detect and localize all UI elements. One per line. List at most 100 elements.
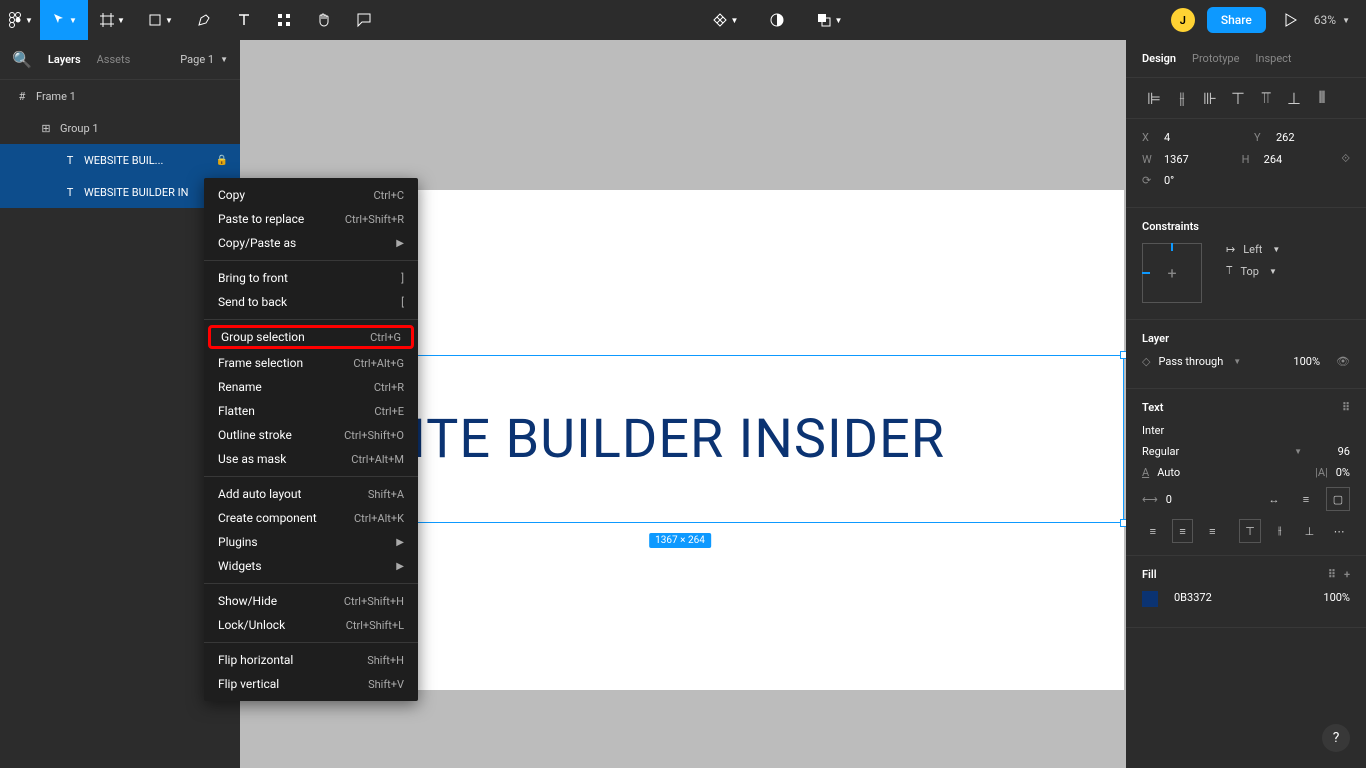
menu-item-show-hide[interactable]: Show/HideCtrl+Shift+H xyxy=(204,589,418,613)
distribute-button[interactable]: ⦀ xyxy=(1310,86,1334,110)
x-input[interactable]: 4 xyxy=(1164,131,1170,144)
frame-tool-button[interactable]: ▼ xyxy=(88,0,136,40)
auto-height-button[interactable]: ≡ xyxy=(1294,487,1318,511)
page-select[interactable]: Page 1▼ xyxy=(180,53,228,66)
help-button[interactable]: ? xyxy=(1322,724,1350,752)
menu-item-add-auto-layout[interactable]: Add auto layoutShift+A xyxy=(204,482,418,506)
search-icon[interactable]: 🔍 xyxy=(12,50,32,69)
text-styles-icon[interactable]: ⠿ xyxy=(1342,401,1350,414)
component-controls-button[interactable]: ▼ xyxy=(705,0,745,40)
blend-mode-select[interactable]: Pass through xyxy=(1158,355,1223,368)
menu-item-label: Flip vertical xyxy=(218,677,279,691)
layer-text-1[interactable]: T WEBSITE BUIL... 🔒 xyxy=(0,144,240,176)
align-right-button[interactable]: ⊪ xyxy=(1198,86,1222,110)
text-tool-button[interactable] xyxy=(224,0,264,40)
text-align-left-button[interactable]: ≡ xyxy=(1142,519,1164,543)
constraint-diagram[interactable]: + xyxy=(1142,243,1202,303)
shape-tool-button[interactable]: ▼ xyxy=(136,0,184,40)
text-align-top-button[interactable]: ⊤ xyxy=(1239,519,1261,543)
layer-group[interactable]: ⊞ Group 1 xyxy=(0,112,240,144)
menu-item-label: Send to back xyxy=(218,295,287,309)
mask-button[interactable] xyxy=(757,0,797,40)
fill-title: Fill xyxy=(1142,568,1157,581)
fill-swatch[interactable] xyxy=(1142,591,1158,607)
fill-styles-icon[interactable]: ⠿ xyxy=(1328,568,1336,581)
inspect-tab[interactable]: Inspect xyxy=(1255,52,1291,65)
lock-icon[interactable]: 🔒 xyxy=(216,155,228,166)
constraint-h-select[interactable]: ↦ Left ▼ xyxy=(1226,243,1280,256)
menu-item-flip-vertical[interactable]: Flip verticalShift+V xyxy=(204,672,418,696)
constraint-v-select[interactable]: ⟙ Top ▼ xyxy=(1226,264,1280,278)
menu-item-outline-stroke[interactable]: Outline strokeCtrl+Shift+O xyxy=(204,423,418,447)
comment-icon xyxy=(356,12,372,28)
text-align-middle-button[interactable]: ⫲ xyxy=(1269,519,1291,543)
hand-tool-button[interactable] xyxy=(304,0,344,40)
menu-item-copy-paste-as[interactable]: Copy/Paste as▶ xyxy=(204,231,418,255)
menu-item-create-component[interactable]: Create componentCtrl+Alt+K xyxy=(204,506,418,530)
fill-opacity-input[interactable]: 100% xyxy=(1323,591,1350,607)
menu-item-plugins[interactable]: Plugins▶ xyxy=(204,530,418,554)
components-icon xyxy=(712,12,728,28)
menu-item-copy[interactable]: CopyCtrl+C xyxy=(204,183,418,207)
user-avatar[interactable]: J xyxy=(1171,8,1195,32)
align-center-v-button[interactable]: ⫪ xyxy=(1254,86,1278,110)
menu-item-use-as-mask[interactable]: Use as maskCtrl+Alt+M xyxy=(204,447,418,471)
align-center-h-button[interactable]: ⫲ xyxy=(1170,86,1194,110)
visibility-icon[interactable]: 👁 xyxy=(1336,355,1350,368)
align-left-button[interactable]: ⊫ xyxy=(1142,86,1166,110)
menu-item-shortcut: Ctrl+Shift+H xyxy=(344,595,404,608)
text-options-button[interactable]: ⋯ xyxy=(1328,519,1350,543)
share-button[interactable]: Share xyxy=(1207,7,1266,33)
pen-tool-button[interactable] xyxy=(184,0,224,40)
selection-handle-br[interactable] xyxy=(1120,519,1126,527)
fixed-size-button[interactable]: ▢ xyxy=(1326,487,1350,511)
menu-item-shortcut: Ctrl+R xyxy=(374,381,404,394)
menu-item-shortcut: Shift+H xyxy=(367,654,404,667)
w-label: W xyxy=(1142,153,1156,166)
design-tab[interactable]: Design xyxy=(1142,52,1176,65)
font-size-input[interactable]: 96 xyxy=(1310,445,1350,458)
selection-handle-tr[interactable] xyxy=(1120,351,1126,359)
add-fill-button[interactable]: + xyxy=(1344,568,1350,581)
menu-item-bring-to-front[interactable]: Bring to front] xyxy=(204,266,418,290)
boolean-button[interactable]: ▼ xyxy=(809,0,849,40)
assets-tab[interactable]: Assets xyxy=(97,53,131,66)
menu-item-widgets[interactable]: Widgets▶ xyxy=(204,554,418,578)
text-align-bottom-button[interactable]: ⊥ xyxy=(1299,519,1321,543)
align-top-button[interactable]: ⊤ xyxy=(1226,86,1250,110)
move-tool-button[interactable]: ▼ xyxy=(40,0,88,40)
resources-button[interactable] xyxy=(264,0,304,40)
text-align-right-button[interactable]: ≡ xyxy=(1201,519,1223,543)
paragraph-spacing-input[interactable]: 0 xyxy=(1166,493,1254,506)
prototype-tab[interactable]: Prototype xyxy=(1192,52,1239,65)
rotation-input[interactable]: 0° xyxy=(1164,174,1174,187)
layer-frame[interactable]: # Frame 1 xyxy=(0,80,240,112)
w-input[interactable]: 1367 xyxy=(1164,153,1189,166)
submenu-arrow-icon: ▶ xyxy=(396,561,404,572)
menu-item-rename[interactable]: RenameCtrl+R xyxy=(204,375,418,399)
line-height-input[interactable]: Auto xyxy=(1157,466,1307,479)
menu-item-frame-selection[interactable]: Frame selectionCtrl+Alt+G xyxy=(204,351,418,375)
menu-item-group-selection[interactable]: Group selectionCtrl+G xyxy=(208,325,414,349)
menu-item-paste-to-replace[interactable]: Paste to replaceCtrl+Shift+R xyxy=(204,207,418,231)
h-input[interactable]: 264 xyxy=(1264,153,1283,166)
align-bottom-button[interactable]: ⊥ xyxy=(1282,86,1306,110)
layers-tab[interactable]: Layers xyxy=(48,53,81,66)
menu-item-flatten[interactable]: FlattenCtrl+E xyxy=(204,399,418,423)
comment-tool-button[interactable] xyxy=(344,0,384,40)
link-dimensions-icon[interactable]: ⟐ xyxy=(1341,152,1350,166)
letter-spacing-input[interactable]: 0% xyxy=(1336,466,1350,479)
menu-item-lock-unlock[interactable]: Lock/UnlockCtrl+Shift+L xyxy=(204,613,418,637)
zoom-select[interactable]: 63%▼ xyxy=(1314,13,1350,27)
font-weight-select[interactable]: Regular xyxy=(1142,445,1284,458)
present-button[interactable] xyxy=(1278,0,1302,40)
y-input[interactable]: 262 xyxy=(1276,131,1295,144)
menu-item-flip-horizontal[interactable]: Flip horizontalShift+H xyxy=(204,648,418,672)
menu-item-send-to-back[interactable]: Send to back[ xyxy=(204,290,418,314)
opacity-input[interactable]: 100% xyxy=(1293,355,1320,368)
auto-width-button[interactable]: ↔ xyxy=(1262,487,1286,511)
fill-hex-input[interactable]: 0B3372 xyxy=(1174,591,1307,607)
figma-menu-button[interactable]: ▼ xyxy=(0,0,40,40)
font-family-select[interactable]: Inter xyxy=(1142,424,1164,437)
text-align-center-button[interactable]: ≡ xyxy=(1172,519,1194,543)
